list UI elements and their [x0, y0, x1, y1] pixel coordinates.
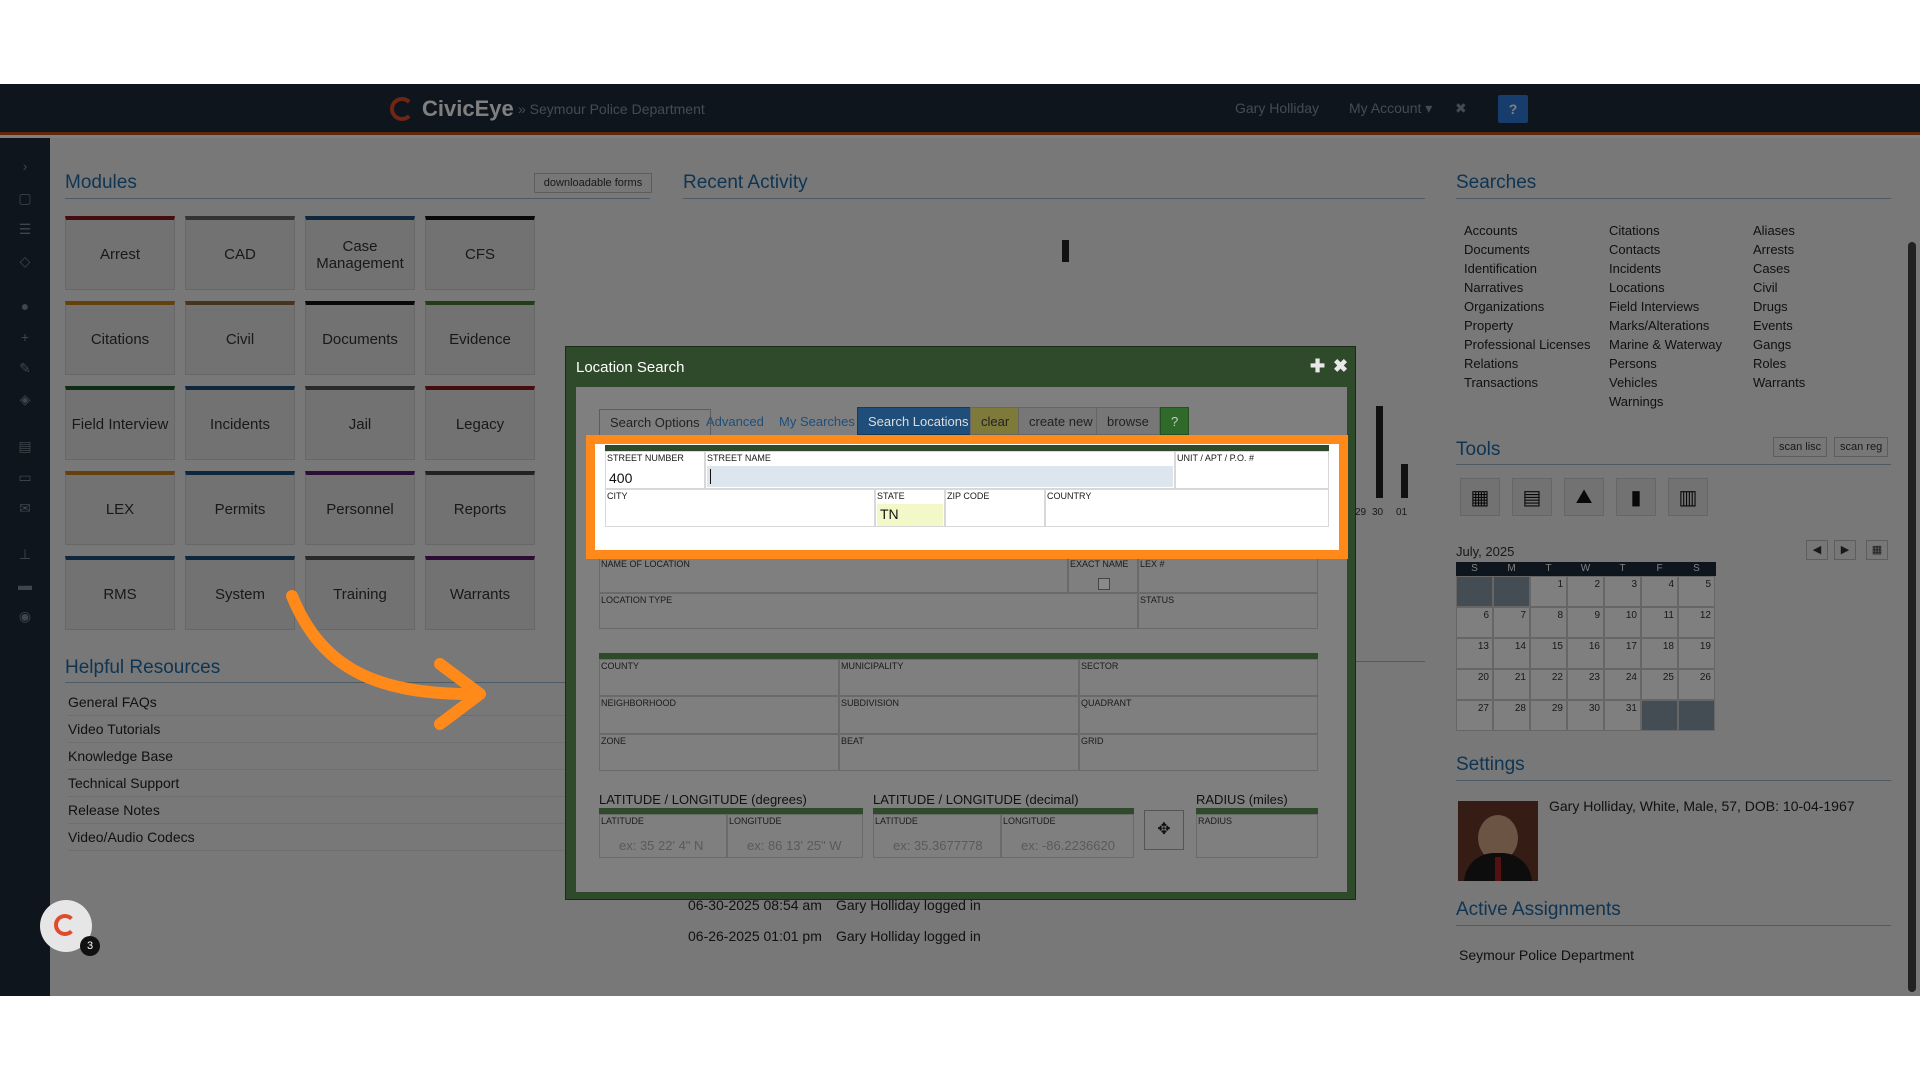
longitude-decimal-placeholder: ex: -86.2236620 [1021, 838, 1115, 853]
grid-field[interactable]: GRID [1079, 734, 1318, 771]
field-label: LONGITUDE [729, 816, 782, 826]
field-label: STATUS [1140, 595, 1175, 605]
lex-number-field[interactable]: LEX # [1138, 557, 1318, 593]
create-new-button[interactable]: create new [1018, 407, 1104, 435]
app-window: CivicEye » Seymour Police Department Gar… [0, 84, 1920, 996]
latitude-decimal-placeholder: ex: 35.3677778 [893, 838, 983, 853]
location-type-field[interactable]: LOCATION TYPE [599, 593, 1138, 629]
field-label: RADIUS [1198, 816, 1233, 826]
field-label: SUBDIVISION [841, 698, 900, 708]
field-label: LEX # [1140, 559, 1165, 569]
close-icon[interactable]: ✖ [1333, 356, 1348, 377]
field-label: LATITUDE [875, 816, 918, 826]
neighborhood-field[interactable]: NEIGHBORHOOD [599, 696, 839, 734]
field-label: MUNICIPALITY [841, 661, 904, 671]
tab-my-searches[interactable]: My Searches [769, 409, 865, 435]
street-name-focus [707, 466, 1173, 487]
radius-title: RADIUS (miles) [1196, 792, 1288, 807]
state-value: TN [880, 506, 899, 522]
field-label: QUADRANT [1081, 698, 1132, 708]
zip-code-input[interactable]: ZIP CODE [945, 489, 1045, 527]
longitude-degrees-placeholder: ex: 86 13' 25" W [747, 838, 842, 853]
zone-field[interactable]: ZONE [599, 734, 839, 771]
municipality-field[interactable]: MUNICIPALITY [839, 659, 1079, 696]
latitude-degrees-input[interactable]: LATITUDE ex: 35 22' 4" N [599, 814, 727, 858]
longitude-decimal-input[interactable]: LONGITUDE ex: -86.2236620 [1001, 814, 1134, 858]
field-label: LONGITUDE [1003, 816, 1056, 826]
field-label: GRID [1081, 736, 1104, 746]
field-label: SECTOR [1081, 661, 1119, 671]
field-label: LOCATION TYPE [601, 595, 673, 605]
street-number-value: 400 [609, 470, 633, 486]
field-label: STREET NAME [707, 453, 771, 463]
street-name-input[interactable]: STREET NAME [705, 451, 1175, 489]
exact-name-field: EXACT NAME [1068, 557, 1138, 593]
modal-help-button[interactable]: ? [1160, 407, 1190, 435]
state-autofill: TN [877, 504, 943, 526]
crosshair-icon[interactable]: ✥ [1144, 810, 1184, 850]
unit-input[interactable]: UNIT / APT / P.O. # [1175, 451, 1329, 489]
country-input[interactable]: COUNTRY [1045, 489, 1329, 527]
address-highlight: STREET NUMBER 400 STREET NAME UNIT / APT … [586, 435, 1348, 559]
tab-search-options[interactable]: Search Options [599, 409, 711, 435]
latlong-decimal-title: LATITUDE / LONGITUDE (decimal) [873, 792, 1079, 807]
expand-icon[interactable]: ✚ [1310, 356, 1325, 377]
latitude-decimal-input[interactable]: LATITUDE ex: 35.3677778 [873, 814, 1001, 858]
beat-field[interactable]: BEAT [839, 734, 1079, 771]
text-cursor [710, 469, 711, 484]
field-label: NAME OF LOCATION [601, 559, 690, 569]
notification-count-badge: 3 [80, 936, 100, 956]
state-input[interactable]: STATE TN [875, 489, 945, 527]
radius-input[interactable]: RADIUS [1196, 814, 1318, 858]
clear-button[interactable]: clear [970, 407, 1021, 435]
location-search-modal: Location Search ✚ ✖ Search Options Advan… [565, 346, 1356, 900]
exact-name-checkbox[interactable] [1098, 578, 1110, 590]
field-label: STATE [877, 491, 905, 501]
name-of-location-field[interactable]: NAME OF LOCATION [599, 557, 1068, 593]
modal-title: Location Search [576, 359, 685, 376]
field-label: NEIGHBORHOOD [601, 698, 677, 708]
sector-field[interactable]: SECTOR [1079, 659, 1318, 696]
civiceye-logo-icon [54, 914, 76, 936]
field-label: EXACT NAME [1070, 559, 1129, 569]
field-label: STREET NUMBER [607, 453, 684, 463]
quadrant-field[interactable]: QUADRANT [1079, 696, 1318, 734]
field-label: COUNTY [601, 661, 639, 671]
field-label: UNIT / APT / P.O. # [1177, 453, 1255, 463]
tutorial-arrow-icon [286, 590, 486, 730]
field-label: BEAT [841, 736, 864, 746]
browse-button[interactable]: browse [1096, 407, 1160, 435]
county-field[interactable]: COUNTY [599, 659, 839, 696]
field-label: ZIP CODE [947, 491, 990, 501]
field-label: CITY [607, 491, 628, 501]
field-label: LATITUDE [601, 816, 644, 826]
street-number-input[interactable]: STREET NUMBER 400 [605, 451, 705, 489]
status-field[interactable]: STATUS [1138, 593, 1318, 629]
subdivision-field[interactable]: SUBDIVISION [839, 696, 1079, 734]
field-label: COUNTRY [1047, 491, 1092, 501]
latitude-degrees-placeholder: ex: 35 22' 4" N [619, 838, 704, 853]
longitude-degrees-input[interactable]: LONGITUDE ex: 86 13' 25" W [727, 814, 863, 858]
tab-advanced[interactable]: Advanced [696, 409, 774, 435]
field-label: ZONE [601, 736, 627, 746]
latlong-degrees-title: LATITUDE / LONGITUDE (degrees) [599, 792, 807, 807]
search-locations-button[interactable]: Search Locations [857, 407, 980, 435]
city-input[interactable]: CITY [605, 489, 875, 527]
